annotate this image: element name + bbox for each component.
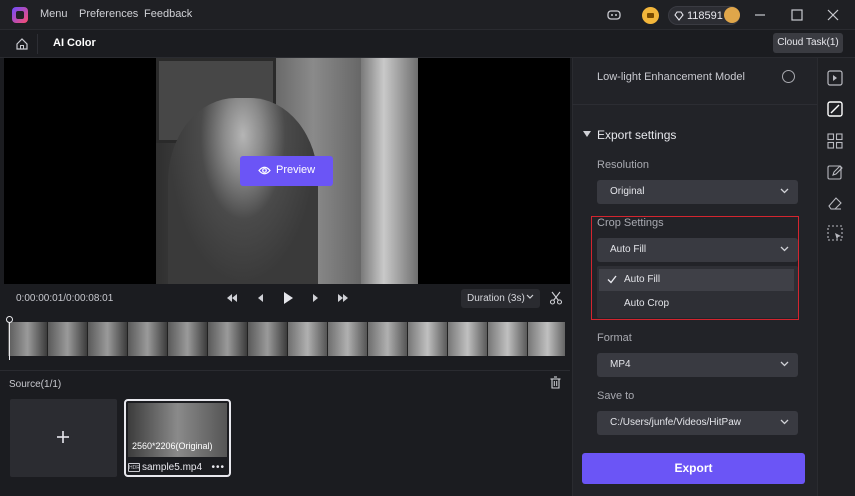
- grid-tool-icon[interactable]: [826, 132, 844, 150]
- divider: [37, 34, 38, 54]
- avatar[interactable]: [724, 7, 740, 23]
- preview-button[interactable]: Preview: [240, 156, 333, 186]
- divider: [572, 104, 817, 105]
- menu-item-menu[interactable]: Menu: [40, 8, 68, 20]
- save-to-select[interactable]: C:/Users/junfe/Videos/HitPaw: [597, 411, 798, 435]
- chevron-down-icon: [780, 188, 789, 194]
- more-icon[interactable]: •••: [211, 462, 225, 473]
- menu-item-feedback[interactable]: Feedback: [144, 8, 192, 20]
- crop-settings-label: Crop Settings: [597, 217, 664, 229]
- chevron-down-icon: [526, 294, 534, 299]
- playhead-handle[interactable]: [6, 316, 13, 360]
- video-uhd-icon[interactable]: [826, 69, 844, 87]
- crop-option-auto-crop[interactable]: Auto Crop: [599, 293, 794, 315]
- sub-bar: [0, 30, 855, 58]
- eraser-icon[interactable]: [826, 194, 844, 212]
- timecode: 0:00:00:01/0:00:08:01: [16, 293, 114, 304]
- eye-icon: [258, 166, 271, 175]
- lowlight-radio[interactable]: [782, 70, 795, 83]
- discord-icon[interactable]: [607, 8, 621, 22]
- close-icon[interactable]: [826, 8, 840, 22]
- diamond-icon: [674, 11, 684, 21]
- check-icon: [607, 275, 617, 284]
- trash-icon[interactable]: [549, 376, 562, 389]
- collapse-triangle-icon[interactable]: [583, 131, 591, 137]
- add-source-button[interactable]: [10, 399, 117, 477]
- skip-end-icon[interactable]: [337, 292, 349, 304]
- app-logo-icon: [12, 7, 28, 23]
- menu-item-preferences[interactable]: Preferences: [79, 8, 138, 20]
- store-coin-icon[interactable]: [642, 7, 659, 24]
- selection-tool-icon[interactable]: [826, 224, 844, 242]
- home-icon[interactable]: [15, 37, 29, 51]
- save-to-value: C:/Users/junfe/Videos/HitPaw: [610, 417, 741, 428]
- export-settings-heading[interactable]: Export settings: [597, 128, 676, 142]
- color-tool-icon[interactable]: [826, 100, 844, 118]
- scissors-icon[interactable]: [549, 291, 563, 305]
- format-value: MP4: [610, 359, 631, 370]
- resolution-select[interactable]: Original: [597, 180, 798, 204]
- crop-option-auto-fill[interactable]: Auto Fill: [599, 269, 794, 291]
- preview-label: Preview: [276, 164, 316, 176]
- skip-start-icon[interactable]: [226, 292, 238, 304]
- source-file-tile[interactable]: 2560*2206(Original) HDR sample5.mp4 •••: [124, 399, 231, 477]
- step-back-icon[interactable]: [255, 292, 265, 304]
- chevron-down-icon: [780, 361, 789, 367]
- format-select[interactable]: MP4: [597, 353, 798, 377]
- chevron-down-icon: [780, 419, 789, 425]
- duration-select[interactable]: Duration (3s): [461, 289, 540, 308]
- crop-option-label: Auto Fill: [624, 274, 661, 285]
- format-label: Format: [597, 332, 632, 344]
- chevron-down-icon: [780, 246, 789, 252]
- crop-settings-value: Auto Fill: [610, 244, 647, 255]
- plus-icon: [57, 431, 69, 443]
- source-label: Source(1/1): [9, 379, 62, 390]
- minimize-icon[interactable]: [753, 8, 767, 22]
- edit-tool-icon[interactable]: [826, 163, 844, 181]
- cloud-task-button[interactable]: Cloud Task(1): [773, 33, 843, 53]
- hdr-badge: HDR: [128, 463, 140, 472]
- save-to-label: Save to: [597, 390, 635, 402]
- play-icon[interactable]: [282, 291, 294, 305]
- crop-settings-select[interactable]: Auto Fill: [597, 238, 798, 262]
- crop-settings-dropdown: Auto Fill Auto Crop: [597, 266, 798, 318]
- source-filename: sample5.mp4: [142, 462, 203, 473]
- tool-strip: [817, 58, 855, 496]
- export-button[interactable]: Export: [582, 453, 805, 484]
- duration-label: Duration (3s): [467, 293, 525, 304]
- maximize-icon[interactable]: [790, 8, 804, 22]
- step-forward-icon[interactable]: [311, 292, 321, 304]
- lowlight-label: Low-light Enhancement Model: [597, 71, 745, 83]
- crop-option-label: Auto Crop: [624, 298, 670, 309]
- source-resolution: 2560*2206(Original): [132, 441, 213, 451]
- timeline-track[interactable]: [8, 322, 565, 356]
- resolution-label: Resolution: [597, 159, 649, 171]
- page-title: AI Color: [53, 37, 96, 49]
- resolution-value: Original: [610, 186, 645, 197]
- divider: [0, 370, 570, 371]
- gems-count: 118591: [687, 10, 723, 22]
